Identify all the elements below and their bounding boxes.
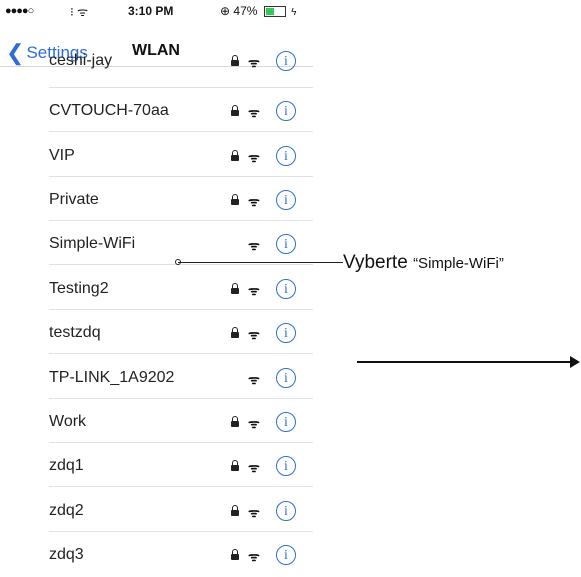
wifi-signal-icon: ᯤ bbox=[248, 194, 260, 209]
info-icon[interactable]: i bbox=[276, 190, 296, 210]
network-row[interactable]: zdq3 ᯤ i bbox=[0, 532, 313, 576]
network-row[interactable]: zdq1 ᯤ i bbox=[0, 443, 313, 487]
info-icon[interactable]: i bbox=[276, 146, 296, 166]
row-separator bbox=[49, 131, 313, 132]
annotation-verb: Vyberte bbox=[343, 252, 408, 273]
battery-icon bbox=[263, 6, 286, 18]
network-name: TP-LINK_1A9202 bbox=[49, 369, 175, 386]
info-icon[interactable]: i bbox=[276, 234, 296, 254]
network-row[interactable]: VIP ᯤ i bbox=[0, 133, 313, 177]
lock-icon bbox=[231, 283, 239, 294]
wifi-signal-icon: ᯤ bbox=[248, 460, 260, 475]
row-separator bbox=[49, 486, 313, 487]
wifi-signal-icon: ᯤ bbox=[248, 505, 260, 520]
network-row[interactable]: Testing2 ᯤ i bbox=[0, 266, 313, 310]
wifi-signal-icon: ᯤ bbox=[248, 372, 260, 387]
network-name: Private bbox=[49, 191, 99, 208]
wifi-signal-icon: ᯤ bbox=[248, 105, 260, 120]
status-bar: ●●●●○ ⁝ ᯤ 3:10 PM ⊕ 47% ϟ bbox=[0, 0, 313, 22]
signal-strength-icon: ●●●●○ bbox=[5, 5, 34, 17]
wifi-signal-icon: ᯤ bbox=[248, 283, 260, 298]
lock-icon bbox=[231, 150, 239, 161]
info-icon[interactable]: i bbox=[276, 456, 296, 476]
wifi-signal-icon: ᯤ bbox=[248, 416, 260, 431]
annotation-network-name: “Simple-WiFi” bbox=[413, 255, 504, 272]
network-row[interactable]: CVTOUCH-70aa ᯤ i bbox=[0, 88, 313, 132]
battery-indicator: ⊕ 47% ϟ bbox=[220, 4, 296, 18]
info-icon[interactable]: i bbox=[276, 323, 296, 343]
network-row[interactable]: ceshi-jay ᯤ i bbox=[0, 44, 313, 88]
lock-icon bbox=[231, 194, 239, 205]
wifi-signal-icon: ᯤ bbox=[248, 150, 260, 165]
network-name: zdq2 bbox=[49, 502, 84, 519]
arrow-line bbox=[357, 361, 572, 363]
wifi-signal-icon: ᯤ bbox=[248, 549, 260, 564]
info-icon[interactable]: i bbox=[276, 545, 296, 565]
info-icon[interactable]: i bbox=[276, 51, 296, 71]
info-icon[interactable]: i bbox=[276, 412, 296, 432]
network-name: VIP bbox=[49, 147, 75, 164]
lock-icon bbox=[231, 505, 239, 516]
lock-icon bbox=[231, 327, 239, 338]
wifi-signal-icon: ᯤ bbox=[248, 327, 260, 342]
network-name: testzdq bbox=[49, 324, 101, 341]
lock-icon bbox=[231, 105, 239, 116]
network-row[interactable]: zdq2 ᯤ i bbox=[0, 488, 313, 532]
network-row[interactable]: Work ᯤ i bbox=[0, 399, 313, 443]
network-name: Simple-WiFi bbox=[49, 235, 136, 252]
annotation-label: Vyberte “Simple-WiFi” bbox=[343, 252, 504, 274]
arrow-right-icon bbox=[570, 356, 580, 368]
network-name: Work bbox=[49, 413, 87, 430]
battery-percent: 47% bbox=[233, 4, 258, 18]
phone-screen: ●●●●○ ⁝ ᯤ 3:10 PM ⊕ 47% ϟ ❮ Settings WLAN… bbox=[0, 0, 313, 577]
battery-fill bbox=[265, 8, 274, 16]
network-row[interactable]: Simple-WiFi ᯤ i bbox=[0, 221, 313, 265]
lock-icon bbox=[231, 416, 239, 427]
network-name: zdq1 bbox=[49, 457, 84, 474]
row-separator bbox=[49, 353, 313, 354]
info-icon[interactable]: i bbox=[276, 101, 296, 121]
network-name: CVTOUCH-70aa bbox=[49, 102, 169, 119]
info-icon[interactable]: i bbox=[276, 501, 296, 521]
lock-icon bbox=[231, 55, 239, 66]
network-name: ceshi-jay bbox=[49, 52, 113, 69]
lock-icon bbox=[231, 549, 239, 560]
network-row[interactable]: Private ᯤ i bbox=[0, 177, 313, 221]
wifi-status-icon: ⁝ ᯤ bbox=[70, 5, 89, 19]
wifi-signal-icon: ᯤ bbox=[248, 55, 260, 70]
network-row[interactable]: testzdq ᯤ i bbox=[0, 310, 313, 354]
wifi-signal-icon: ᯤ bbox=[248, 238, 260, 253]
callout-line bbox=[178, 262, 315, 263]
row-separator bbox=[49, 264, 313, 265]
network-name: zdq3 bbox=[49, 546, 84, 563]
location-icon: ⊕ bbox=[220, 4, 231, 18]
callout-line-extension bbox=[313, 262, 343, 263]
info-icon[interactable]: i bbox=[276, 279, 296, 299]
network-row[interactable]: TP-LINK_1A9202 ᯤ i bbox=[0, 355, 313, 399]
network-name: Testing2 bbox=[49, 280, 109, 297]
status-time: 3:10 PM bbox=[128, 4, 174, 18]
charging-icon: ϟ bbox=[291, 7, 297, 18]
info-icon[interactable]: i bbox=[276, 368, 296, 388]
lock-icon bbox=[231, 460, 239, 471]
